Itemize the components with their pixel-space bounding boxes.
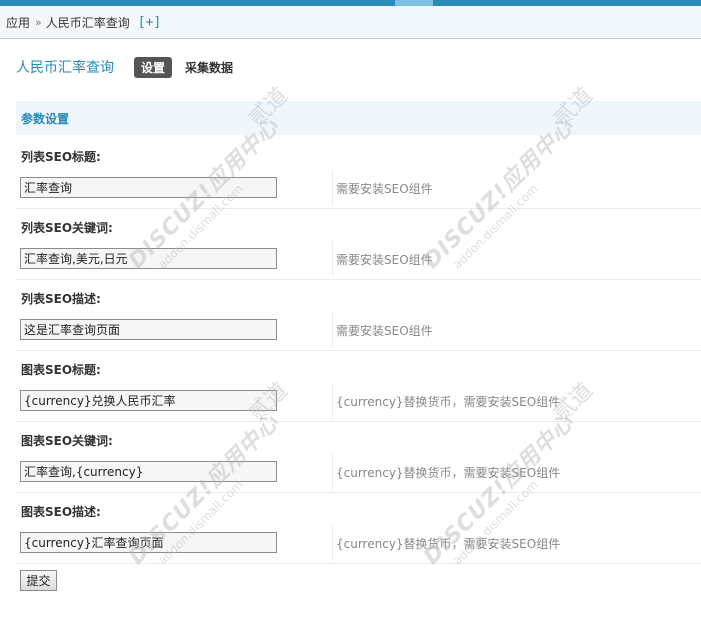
field-label: 列表SEO关键词: [21, 221, 113, 235]
chart-seo-keywords-input[interactable] [20, 461, 277, 482]
field-hint: {currency}替换货币，需要安装SEO组件 [336, 537, 561, 551]
column-divider [332, 170, 333, 206]
watermark: DISCUZ!应用中心 addon.dismall.com [120, 406, 295, 581]
row-divider [16, 492, 701, 493]
page-title: 人民币汇率查询 [16, 60, 114, 76]
column-divider [332, 454, 333, 490]
breadcrumb-current: 人民币汇率查询 [45, 15, 130, 30]
field-label: 图表SEO关键词: [21, 434, 113, 448]
field-hint: {currency}替换货币，需要安装SEO组件 [336, 395, 561, 409]
list-seo-keywords-input[interactable] [20, 248, 277, 269]
field-hint: 需要安装SEO组件 [336, 324, 433, 338]
column-divider [332, 241, 333, 277]
submit-button[interactable]: 提交 [20, 570, 57, 591]
breadcrumb: 应用 » 人民币汇率查询 [+] [0, 6, 701, 39]
tab-settings[interactable]: 设置 [134, 56, 173, 78]
field-label: 图表SEO描述: [21, 505, 101, 519]
add-shortcut-button[interactable]: [+] [138, 15, 161, 30]
field-hint: 需要安装SEO组件 [336, 253, 433, 267]
breadcrumb-separator: » [35, 15, 42, 29]
row-divider [16, 208, 701, 209]
column-divider [332, 383, 333, 419]
chart-seo-title-input[interactable] [20, 390, 277, 411]
row-divider [16, 421, 701, 422]
section-header: 参数设置 [16, 101, 701, 135]
breadcrumb-root[interactable]: 应用 [6, 14, 30, 31]
column-divider [332, 525, 333, 561]
list-seo-title-input[interactable] [20, 177, 277, 198]
row-divider [16, 350, 701, 351]
watermark-domain: addon.dismall.com [450, 181, 541, 272]
row-divider [16, 279, 701, 280]
field-label: 列表SEO描述: [21, 292, 101, 306]
watermark-brand: DISCUZ!应用中心 [419, 113, 580, 274]
watermark: DISCUZ!应用中心 addon.dismall.com [415, 110, 590, 285]
column-divider [332, 312, 333, 348]
list-seo-description-input[interactable] [20, 319, 277, 340]
row-divider [16, 563, 701, 564]
field-label: 图表SEO标题: [21, 363, 101, 377]
field-hint: 需要安装SEO组件 [336, 182, 433, 196]
tab-collect-data[interactable]: 采集数据 [178, 57, 240, 78]
field-label: 列表SEO标题: [21, 150, 101, 164]
field-hint: {currency}替换货币，需要安装SEO组件 [336, 466, 561, 480]
chart-seo-description-input[interactable] [20, 532, 277, 553]
watermark: DISCUZ!应用中心 addon.dismall.com [415, 406, 590, 581]
plugin-header: 人民币汇率查询 设置 采集数据 [16, 56, 240, 78]
